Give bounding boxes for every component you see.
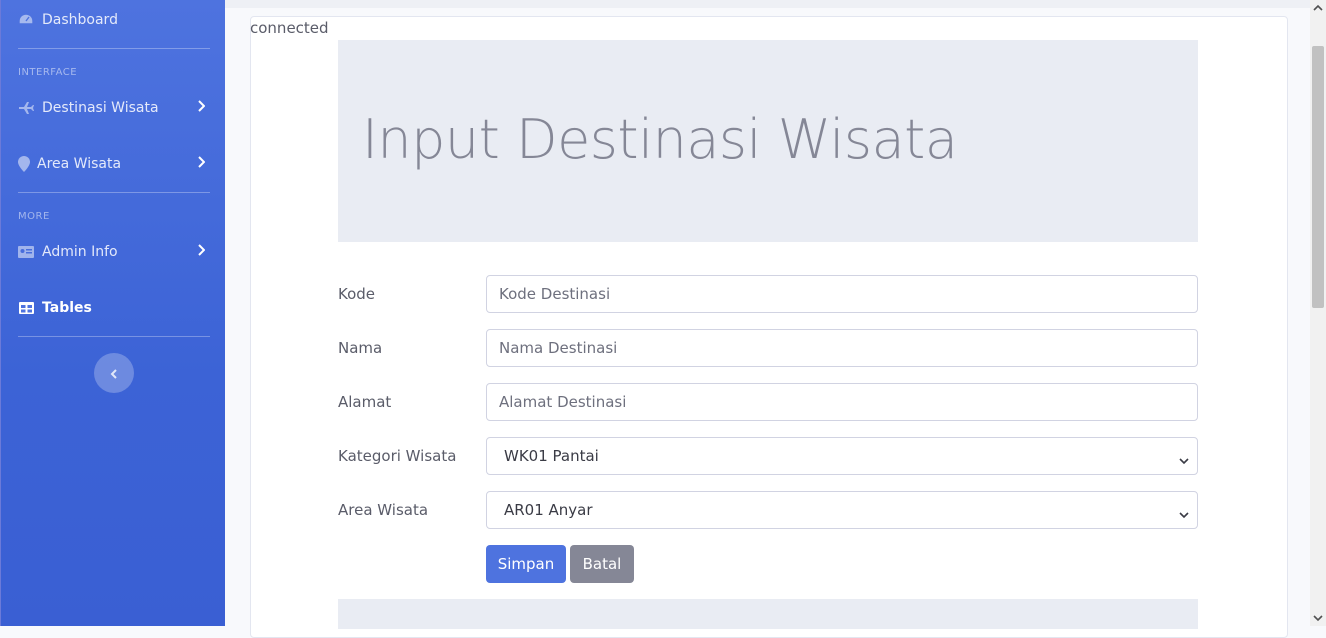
topbar-edge: [225, 0, 1310, 8]
sidebar-heading-more: MORE: [18, 211, 50, 222]
area-select-value: AR01 Anyar: [504, 501, 593, 519]
sidebar-item-label: Destinasi Wisata: [42, 100, 159, 116]
dashboard-icon: [18, 12, 34, 28]
sidebar-divider: [18, 336, 210, 337]
sidebar-item-area[interactable]: Area Wisata: [1, 144, 226, 184]
chevron-down-icon: [1179, 451, 1189, 469]
chevron-left-icon: [110, 364, 118, 383]
alamat-label: Alamat: [338, 393, 392, 411]
sidebar: Dashboard INTERFACE Destinasi Wisata Are…: [0, 0, 225, 626]
sidebar-item-label: Area Wisata: [37, 156, 122, 172]
id-card-icon: [18, 244, 34, 260]
chevron-right-icon: [197, 244, 206, 260]
save-button[interactable]: Simpan: [486, 545, 566, 583]
footer-jumbotron: [338, 599, 1198, 629]
sidebar-item-dashboard[interactable]: Dashboard: [1, 0, 226, 40]
chevron-right-icon: [197, 100, 206, 116]
scrollbar-thumb[interactable]: [1312, 46, 1324, 308]
area-label: Area Wisata: [338, 501, 429, 519]
kategori-select-value: WK01 Pantai: [504, 447, 599, 465]
alamat-input[interactable]: Alamat Destinasi: [486, 383, 1198, 421]
map-marker-icon: [16, 156, 32, 172]
area-select[interactable]: AR01 Anyar: [486, 491, 1198, 529]
table-icon: [18, 300, 34, 316]
sidebar-divider: [18, 48, 210, 49]
sidebar-divider: [18, 192, 210, 193]
sidebar-heading-interface: INTERFACE: [18, 67, 78, 78]
sidebar-item-admin[interactable]: Admin Info: [1, 232, 226, 272]
sidebar-item-label: Dashboard: [42, 12, 118, 28]
sidebar-toggle-button[interactable]: [94, 353, 134, 393]
jumbotron: Input Destinasi Wisata: [338, 40, 1198, 242]
sidebar-item-label: Admin Info: [42, 244, 118, 260]
chevron-down-icon: [1179, 505, 1189, 523]
kategori-label: Kategori Wisata: [338, 447, 457, 465]
kode-label: Kode: [338, 285, 376, 303]
sidebar-item-label: Tables: [42, 300, 92, 316]
plane-icon: [18, 100, 34, 116]
kode-input[interactable]: Kode Destinasi: [486, 275, 1198, 313]
scroll-down-icon[interactable]: [1312, 612, 1324, 624]
connection-status: connected: [250, 19, 329, 37]
scroll-up-icon[interactable]: [1312, 2, 1324, 14]
nama-input[interactable]: Nama Destinasi: [486, 329, 1198, 367]
kategori-select[interactable]: WK01 Pantai: [486, 437, 1198, 475]
cancel-button[interactable]: Batal: [570, 545, 634, 583]
page-title: Input Destinasi Wisata: [362, 108, 958, 171]
sidebar-item-tables[interactable]: Tables: [1, 288, 226, 328]
sidebar-item-destinasi[interactable]: Destinasi Wisata: [1, 88, 226, 128]
nama-label: Nama: [338, 339, 383, 357]
chevron-right-icon: [197, 156, 206, 172]
